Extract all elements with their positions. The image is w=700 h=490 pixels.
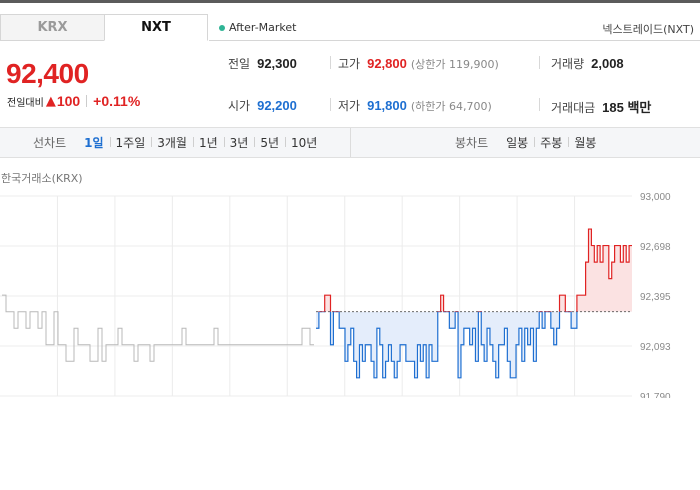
stat-value: 92,200 bbox=[257, 98, 297, 113]
source-name: 넥스트레이드(NXT) bbox=[602, 23, 694, 36]
change-value: 100 bbox=[56, 93, 81, 109]
line-chart-title: 선차트 bbox=[33, 136, 67, 150]
tab-krx[interactable]: KRX bbox=[0, 14, 104, 41]
stat-value: 2,008 bbox=[591, 56, 624, 71]
divider bbox=[330, 56, 331, 69]
session-indicator: After-Market bbox=[219, 21, 297, 34]
line-chart-periods: 선차트 1일 1주일 3개월 1년 3년 5년 10년 bbox=[33, 128, 323, 157]
period-1d[interactable]: 1일 bbox=[78, 134, 109, 151]
period-3y[interactable]: 3년 bbox=[223, 134, 255, 151]
y-tick-label: 91,790 bbox=[640, 392, 671, 398]
stat-trade-value: 거래대금 185 백만 bbox=[551, 97, 651, 116]
stat-value: 185 백만 bbox=[602, 100, 652, 115]
stat-prev-close: 전일 92,300 bbox=[228, 55, 297, 72]
stat-value: 91,800 bbox=[367, 98, 407, 113]
stat-volume: 거래량 2,008 bbox=[551, 55, 624, 72]
y-tick-label: 92,698 bbox=[640, 242, 671, 253]
y-tick-label: 93,000 bbox=[640, 192, 671, 203]
candle-monthly[interactable]: 월봉 bbox=[568, 134, 602, 151]
candle-chart-title: 봉차트 bbox=[455, 136, 489, 150]
candle-weekly[interactable]: 주봉 bbox=[534, 134, 568, 151]
period-1w[interactable]: 1주일 bbox=[109, 134, 152, 151]
price-chart: 93,000 92,698 92,395 92,093 91,790 bbox=[0, 192, 671, 398]
stat-open: 시가 92,200 bbox=[228, 97, 297, 114]
stat-label: 고가 bbox=[338, 57, 361, 71]
status-dot-icon bbox=[219, 24, 225, 31]
candle-chart-periods: 봉차트 일봉 주봉 월봉 bbox=[455, 128, 602, 157]
stat-label: 거래량 bbox=[551, 57, 585, 71]
market-tabs: KRX NXT bbox=[0, 14, 209, 41]
stat-sub: (상한가 119,900) bbox=[410, 58, 499, 71]
period-5y[interactable]: 5년 bbox=[254, 134, 285, 151]
stat-value: 92,300 bbox=[257, 56, 297, 71]
stat-value: 92,800 bbox=[367, 56, 407, 71]
chart-grid bbox=[0, 195, 632, 397]
divider bbox=[350, 128, 351, 157]
tab-underline bbox=[209, 40, 700, 41]
period-3m[interactable]: 3개월 bbox=[151, 134, 193, 151]
divider bbox=[330, 98, 331, 111]
divider bbox=[539, 56, 540, 69]
top-border bbox=[0, 0, 700, 3]
stat-high: 고가 92,800 (상한가 119,900) bbox=[338, 55, 499, 72]
stat-low: 저가 91,800 (하한가 64,700) bbox=[338, 97, 492, 114]
y-tick-label: 92,395 bbox=[640, 292, 671, 303]
chart-source-label: 한국거래소(KRX) bbox=[1, 172, 83, 185]
chart-marks bbox=[2, 228, 632, 379]
series-line-krx bbox=[2, 294, 314, 362]
chart-toolbar: 선차트 1일 1주일 3개월 1년 3년 5년 10년 봉차트 일봉 주봉 월봉 bbox=[0, 127, 700, 158]
price-change: 전일대비 ▲ 100 +0.11% bbox=[7, 93, 140, 109]
period-10y[interactable]: 10년 bbox=[285, 134, 323, 151]
period-1y[interactable]: 1년 bbox=[192, 134, 224, 151]
divider bbox=[86, 95, 88, 107]
divider bbox=[539, 98, 540, 111]
session-label: After-Market bbox=[229, 21, 297, 34]
change-label: 전일대비 bbox=[7, 97, 44, 109]
stat-label: 시가 bbox=[228, 99, 251, 113]
up-triangle-icon: ▲ bbox=[45, 93, 56, 109]
current-price: 92,400 bbox=[6, 58, 89, 89]
stat-label: 저가 bbox=[338, 99, 361, 113]
stat-sub: (하한가 64,700) bbox=[410, 100, 492, 113]
y-axis-ticks: 93,000 92,698 92,395 92,093 91,790 bbox=[640, 192, 671, 398]
change-rate: +0.11% bbox=[93, 93, 141, 109]
candle-daily[interactable]: 일봉 bbox=[500, 134, 534, 151]
stat-label: 전일 bbox=[228, 57, 251, 71]
y-tick-label: 92,093 bbox=[640, 342, 671, 353]
tab-nxt[interactable]: NXT bbox=[104, 14, 208, 41]
stat-label: 거래대금 bbox=[551, 101, 596, 115]
